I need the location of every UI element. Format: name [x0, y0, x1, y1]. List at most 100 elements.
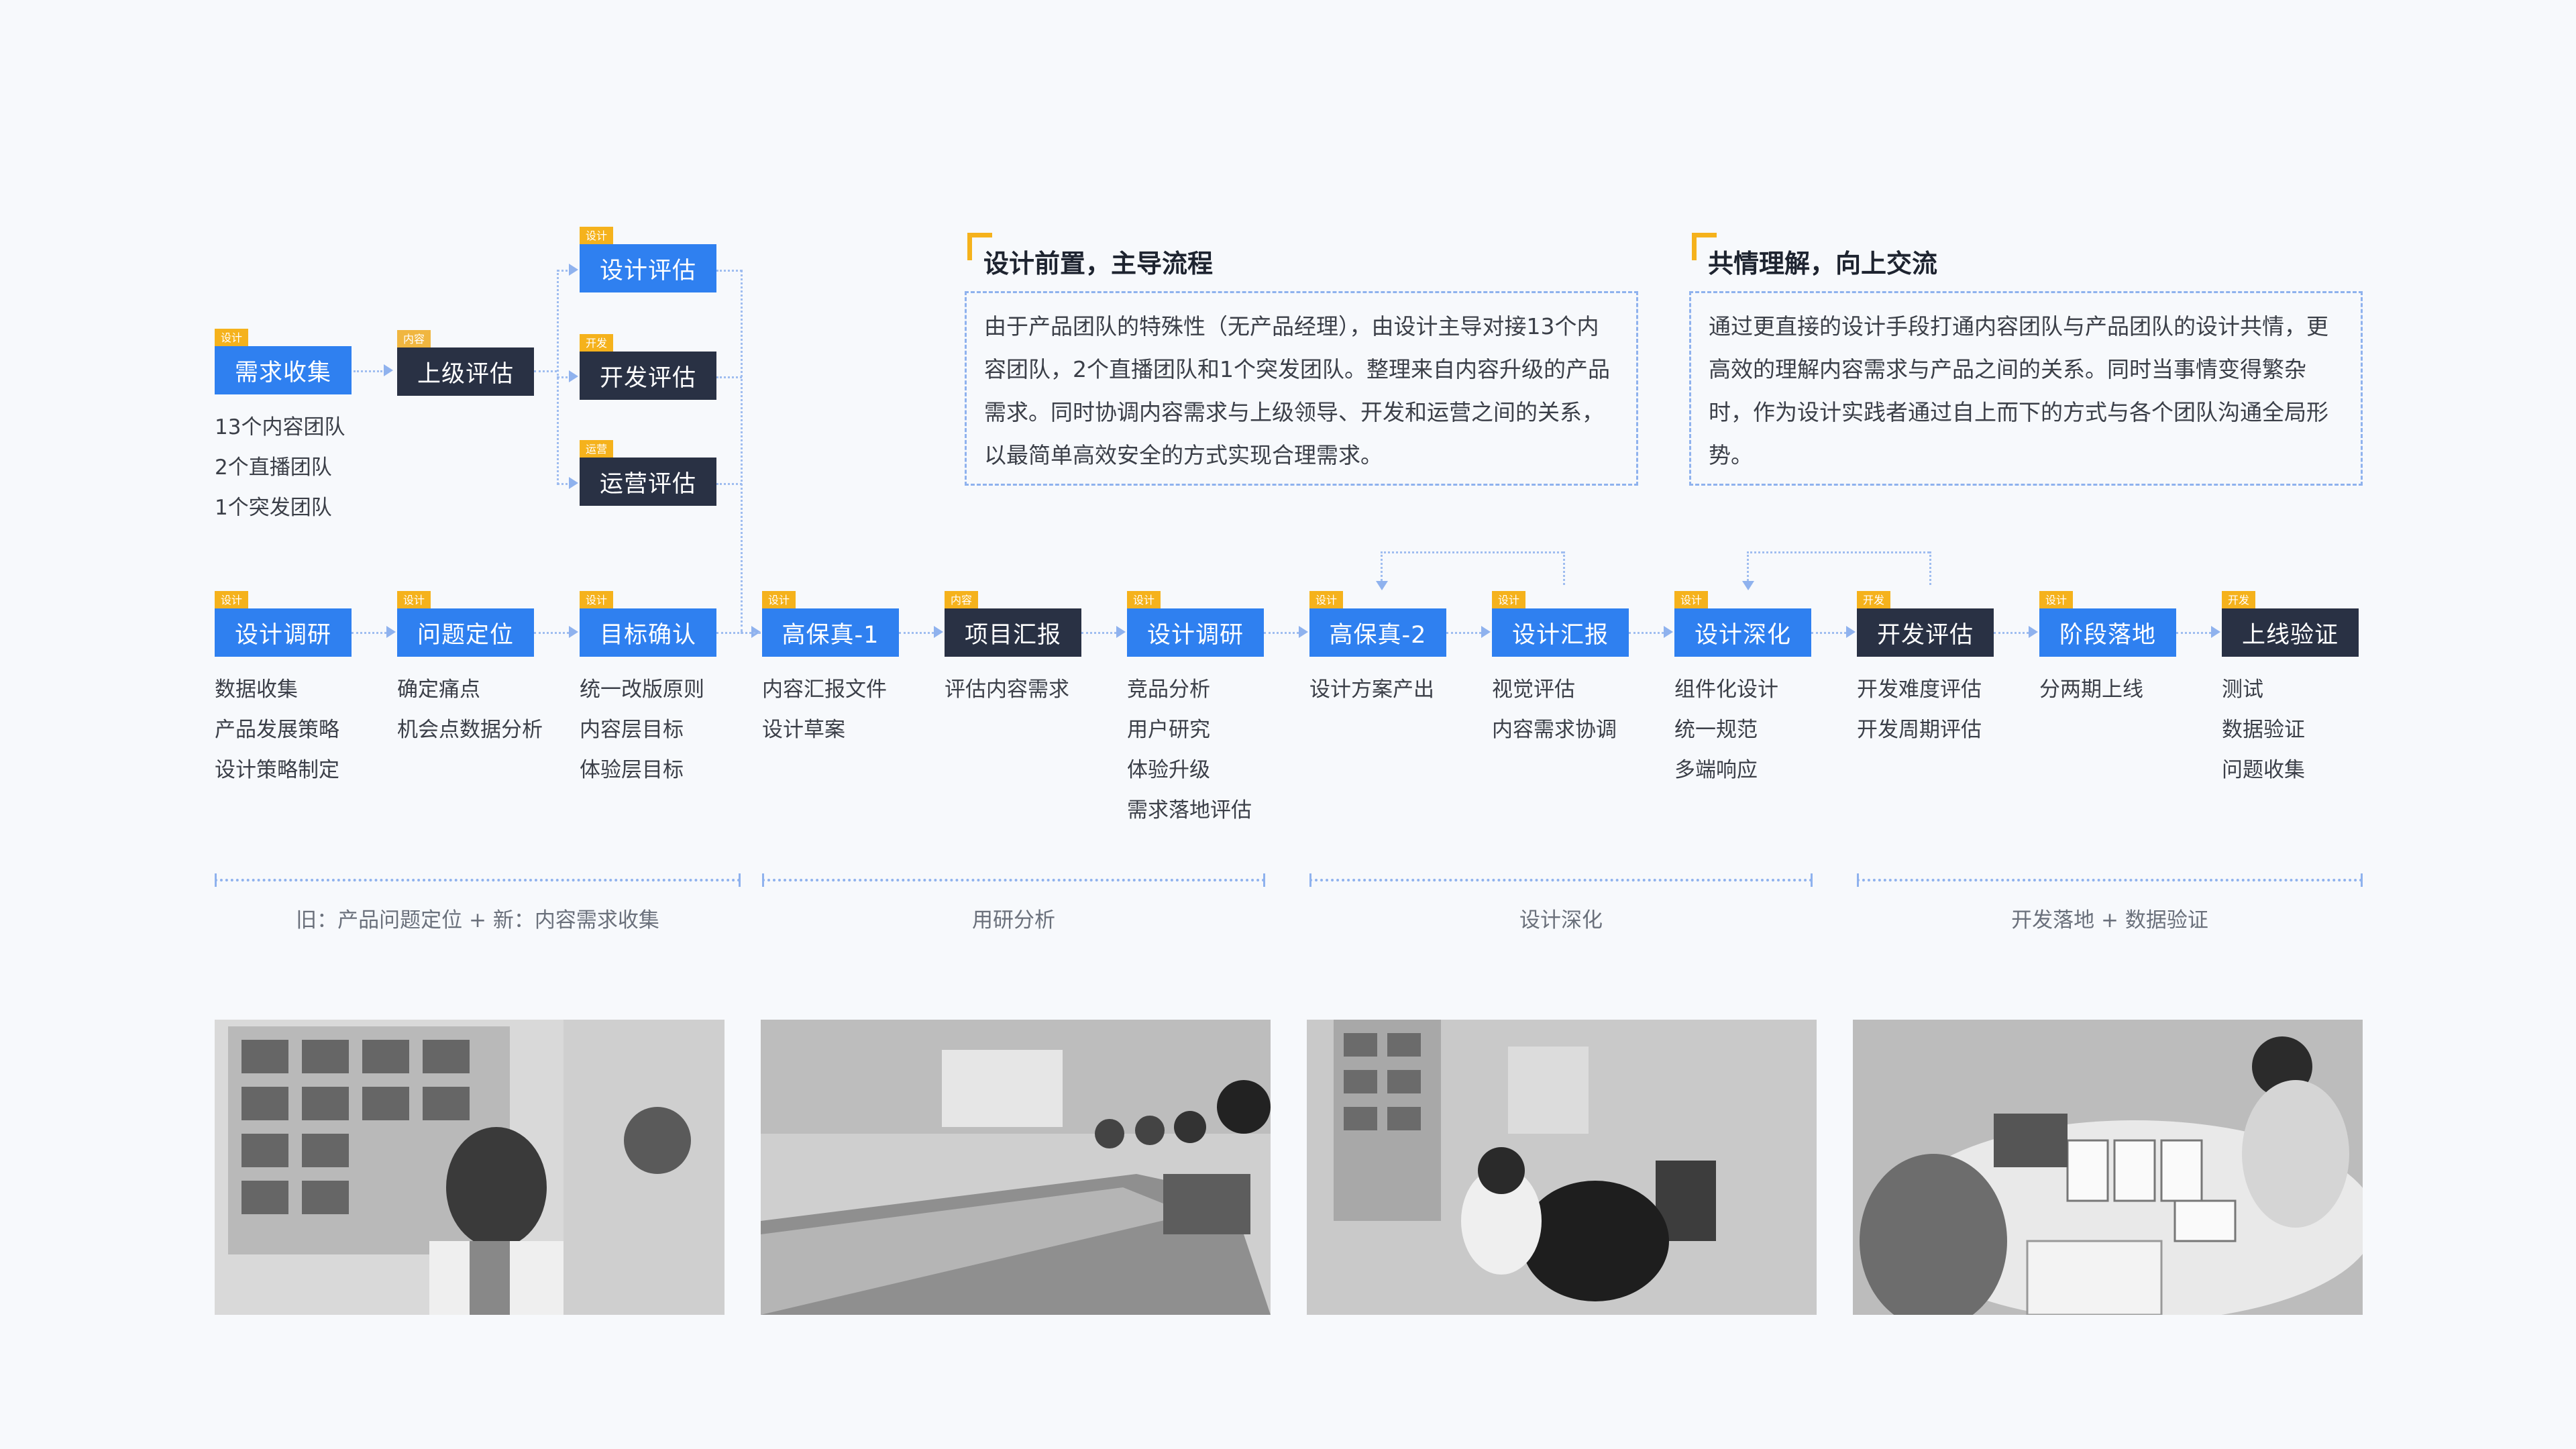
node-tag: 设计: [1492, 591, 1526, 610]
node-label: 上级评估: [397, 347, 534, 396]
node-tag: 开发: [2222, 591, 2256, 610]
node-tag: 开发: [580, 334, 614, 353]
flow-node: 内容 项目汇报: [945, 591, 1081, 657]
callout-box: 由于产品团队的特殊性（无产品经理），由设计主导对接13个内容团队，2个直播团队和…: [965, 291, 1638, 486]
node-label: 设计深化: [1674, 608, 1811, 657]
list-item: 体验层目标: [580, 758, 684, 782]
team-member-photo: [215, 1020, 724, 1315]
callout-title: 设计前置，主导流程: [983, 249, 1214, 278]
flow-items: 内容汇报文件 设计草案: [762, 669, 887, 750]
arrow-right-icon: [569, 477, 578, 489]
flow-node: 设计 设计汇报: [1492, 591, 1629, 657]
flow-items: 开发难度评估 开发周期评估: [1857, 669, 1982, 750]
node-label: 设计调研: [1127, 608, 1264, 657]
phase-label: 开发落地 + 数据验证: [2011, 908, 2208, 932]
connector: [1747, 551, 1929, 553]
flow-node: 设计 设计深化: [1674, 591, 1811, 657]
list-item: 组件化设计: [1674, 678, 1778, 702]
list-item: 设计策略制定: [215, 758, 339, 782]
node-tag: 设计: [762, 591, 796, 610]
connector: [1563, 551, 1565, 585]
flow-items: 竞品分析 用户研究 体验升级 需求落地评估: [1127, 669, 1252, 830]
list-item: 需求落地评估: [1127, 798, 1252, 822]
node-label: 目标确认: [580, 608, 716, 657]
design-review-photo: [1307, 1020, 1817, 1315]
flow-items: 设计方案产出: [1309, 669, 1434, 710]
flow-node: 开发 上线验证: [2222, 591, 2359, 657]
demand-items: 13个内容团队 2个直播团队 1个突发团队: [215, 407, 345, 528]
list-item: 机会点数据分析: [397, 718, 543, 742]
flow-node: 设计 目标确认: [580, 591, 716, 657]
list-item: 数据收集: [215, 678, 298, 702]
node-label: 阶段落地: [2039, 608, 2176, 657]
connector: [1264, 632, 1299, 634]
list-item: 问题收集: [2222, 758, 2305, 782]
connector: [352, 632, 386, 634]
node-tag: 设计: [1674, 591, 1709, 610]
node-tag: 设计: [2039, 591, 2074, 610]
list-item: 竞品分析: [1127, 678, 1210, 702]
node-tag: 设计: [580, 227, 614, 246]
connector: [899, 632, 934, 634]
list-item: 测试: [2222, 678, 2263, 702]
workshop-photo: [1853, 1020, 2363, 1315]
list-item: 13个内容团队: [215, 415, 345, 439]
node-tag: 设计: [1309, 591, 1344, 610]
list-item: 用户研究: [1127, 718, 1210, 742]
flow-node: 设计 设计调研: [215, 591, 352, 657]
node-label: 上线验证: [2222, 608, 2359, 657]
node-tag: 内容: [945, 591, 979, 610]
list-item: 分两期上线: [2039, 678, 2143, 702]
node-design-eval: 设计 设计评估: [580, 227, 716, 292]
list-item: 统一规范: [1674, 718, 1758, 742]
connector: [1994, 632, 2029, 634]
arrow-right-icon: [1299, 626, 1308, 638]
phase-label: 用研分析: [972, 908, 1055, 932]
connector: [1811, 632, 1846, 634]
node-tag: 开发: [1857, 591, 1891, 610]
node-label: 需求收集: [215, 346, 352, 394]
node-tag: 设计: [580, 591, 614, 610]
flow-node: 开发 开发评估: [1857, 591, 1994, 657]
list-item: 产品发展策略: [215, 718, 339, 742]
callout-text: 通过更直接的设计手段打通内容团队与产品团队的设计共情，更高效的理解内容需求与产品…: [1709, 313, 2328, 468]
list-item: 统一改版原则: [580, 678, 704, 702]
connector: [354, 370, 382, 372]
node-label: 问题定位: [397, 608, 534, 657]
arrow-right-icon: [386, 626, 396, 638]
list-item: 内容汇报文件: [762, 678, 887, 702]
arrow-right-icon: [384, 364, 393, 376]
connector: [1381, 551, 1383, 585]
list-item: 数据验证: [2222, 718, 2305, 742]
callout-box: 通过更直接的设计手段打通内容团队与产品团队的设计共情，更高效的理解内容需求与产品…: [1689, 291, 2363, 486]
list-item: 视觉评估: [1492, 678, 1575, 702]
list-item: 设计方案产出: [1309, 678, 1434, 702]
arrow-right-icon: [569, 626, 578, 638]
connector: [1381, 551, 1563, 553]
flow-node: 设计 设计调研: [1127, 591, 1264, 657]
node-label: 设计汇报: [1492, 608, 1629, 657]
node-tag: 设计: [1127, 591, 1161, 610]
arrow-right-icon: [1846, 626, 1856, 638]
connector: [534, 370, 557, 372]
node-label: 高保真-1: [762, 608, 899, 657]
list-item: 评估内容需求: [945, 678, 1069, 702]
flow-node: 设计 高保真-2: [1309, 591, 1446, 657]
list-item: 内容层目标: [580, 718, 684, 742]
arrow-right-icon: [934, 626, 943, 638]
connector: [1747, 551, 1749, 585]
node-dev-eval: 开发 开发评估: [580, 334, 716, 400]
list-item: 开发难度评估: [1857, 678, 1982, 702]
connector: [1929, 551, 1931, 585]
node-tag: 设计: [215, 591, 249, 610]
list-item: 确定痛点: [397, 678, 480, 702]
phase-line: [1309, 873, 1813, 887]
arrow-down-icon: [1742, 581, 1754, 590]
connector: [716, 270, 742, 272]
phase-line: [1857, 873, 2363, 887]
connector: [1629, 632, 1664, 634]
arrow-right-icon: [2029, 626, 2038, 638]
connector: [1446, 632, 1481, 634]
meeting-room-photo: [761, 1020, 1271, 1315]
flow-node: 设计 问题定位: [397, 591, 534, 657]
